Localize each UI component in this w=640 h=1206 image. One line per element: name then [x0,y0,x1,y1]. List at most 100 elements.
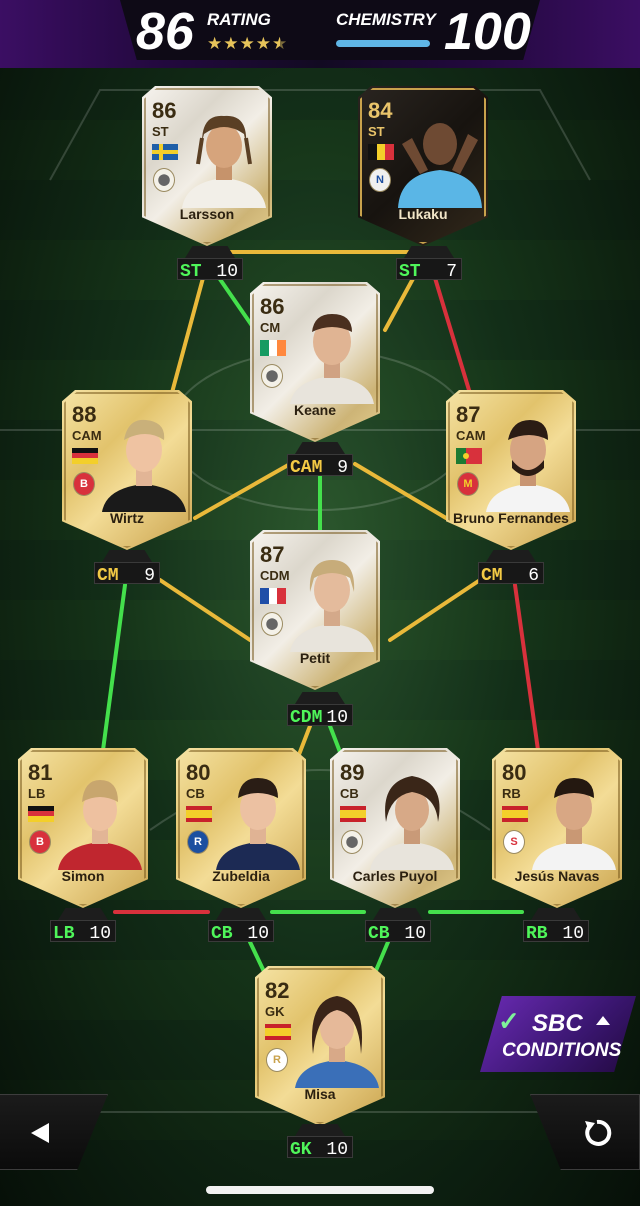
slot-chem: 10 [247,924,269,944]
slot-tag-rb[interactable]: RB 10 [523,908,589,944]
slot-tag-st-left[interactable]: ST 10 [177,246,243,282]
link-bruno-petit [388,578,482,642]
ireland-flag-icon [260,340,286,356]
slot-tag-st-right[interactable]: ST 7 [396,246,462,282]
player-portrait [290,560,374,652]
player-card-larsson[interactable]: 86 ST ⬤ Larsson [142,86,272,246]
card-name: Keane [293,402,337,418]
player-card-keane[interactable]: 86 CM ⬤ Keane [250,282,380,442]
player-portrait [532,778,616,870]
player-card-simon[interactable]: 81 LB B Simon [18,748,148,908]
home-indicator[interactable] [206,1186,434,1194]
player-card-zubeldia[interactable]: 80 CB R Zubeldia [176,748,306,908]
napoli-club-icon: N [369,168,391,192]
card-rating: 87 [260,542,285,567]
slot-position: ST [180,262,202,282]
link-bruno-navas [513,583,540,752]
slot-position: RB [526,924,548,944]
card-position: CB [186,786,205,801]
slot-tag-cb-left[interactable]: CB 10 [208,908,274,944]
card-name: Misa [304,1086,336,1102]
player-portrait [295,996,379,1088]
slot-chem: 10 [216,262,238,282]
card-position: CB [340,786,359,801]
real-madrid-club-icon: R [266,1048,288,1072]
slot-chem: 9 [337,458,348,478]
card-rating: 81 [28,760,53,785]
player-portrait [58,780,142,870]
slot-tag-cb-right[interactable]: CB 10 [365,908,431,944]
card-name: Bruno Fernandes [453,510,569,526]
slot-position: GK [290,1140,312,1160]
slot-chem: 10 [326,708,348,728]
conditions-label: CONDITIONS [502,1040,622,1061]
slot-position: ST [399,262,421,282]
player-card-jesus-navas[interactable]: 80 RB S Jesús Navas [492,748,622,908]
slot-chem: 6 [528,566,539,586]
leverkusen-club-icon: B [73,472,95,496]
card-position: CDM [260,568,290,583]
slot-position: LB [53,924,75,944]
card-name: Zubeldia [212,868,270,884]
sbc-conditions-button[interactable]: ✓ SBC CONDITIONS [480,996,636,1072]
card-name: Simon [61,868,105,884]
manchester-united-club-icon: M [457,472,479,496]
slot-tag-cdm[interactable]: CDM 10 [287,692,353,728]
card-rating: 88 [72,402,97,427]
player-card-misa[interactable]: 82 GK R Misa [255,966,385,1126]
sbc-label: SBC [532,1010,583,1037]
card-name: Lukaku [398,206,448,222]
card-position: CM [260,320,281,335]
card-position: ST [368,124,385,139]
card-position: CAM [456,428,486,443]
icon-badge: ⬤ [153,168,175,192]
slot-tag-cam[interactable]: CAM 9 [287,442,353,478]
card-position: ST [152,124,169,139]
slot-tag-cm-right[interactable]: CM 6 [478,550,544,586]
slot-position: CDM [290,708,323,728]
germany-flag-icon [28,806,54,822]
germany-flag-icon [72,448,98,464]
slot-position: CAM [290,458,323,478]
slot-chem: 10 [326,1140,348,1160]
link-keane-bruno [353,462,448,520]
real-sociedad-club-icon: R [187,830,209,854]
chevron-up-icon [596,1016,610,1025]
slot-chem: 10 [404,924,426,944]
card-position: GK [265,1004,285,1019]
rotate-icon [585,1119,612,1146]
link-wirtz-petit [158,578,252,642]
sweden-flag-icon [152,144,178,160]
player-portrait [290,314,374,404]
player-card-petit[interactable]: 87 CDM ⬤ Petit [250,530,380,690]
checkmark-icon: ✓ [498,1006,520,1036]
card-rating: 86 [152,98,177,123]
player-card-lukaku[interactable]: 84 ST N Lukaku [358,86,488,246]
link-wirtz-keane [193,462,292,520]
slot-tag-cm-left[interactable]: CM 9 [94,550,160,586]
card-name: Petit [299,650,331,666]
spain-flag-icon [186,806,212,822]
icon-badge: ⬤ [341,830,363,854]
card-name: Jesús Navas [514,868,600,884]
sevilla-club-icon: S [503,830,525,854]
slot-tag-gk[interactable]: GK 10 [287,1124,353,1160]
icon-badge: ⬤ [261,612,283,636]
spain-flag-icon [340,806,366,822]
player-card-carles-puyol[interactable]: 89 CB ⬤ Carles Puyol [330,748,460,908]
card-position: LB [28,786,46,801]
slot-chem: 10 [562,924,584,944]
slot-tag-lb[interactable]: LB 10 [50,908,116,944]
bayern-club-icon: B [29,830,51,854]
card-rating: 89 [340,760,365,785]
player-card-wirtz[interactable]: 88 CAM B Wirtz [62,390,192,550]
player-portrait [216,778,300,870]
belgium-flag-icon [368,144,394,160]
player-card-bruno-fernandes[interactable]: 87 CAM M Bruno Fernandes [446,390,576,550]
slot-position: CB [211,924,233,944]
card-rating: 80 [502,760,527,785]
card-name: Wirtz [109,510,145,526]
card-rating: 87 [456,402,481,427]
link-wirtz-simon [101,583,127,752]
player-portrait [102,419,186,512]
